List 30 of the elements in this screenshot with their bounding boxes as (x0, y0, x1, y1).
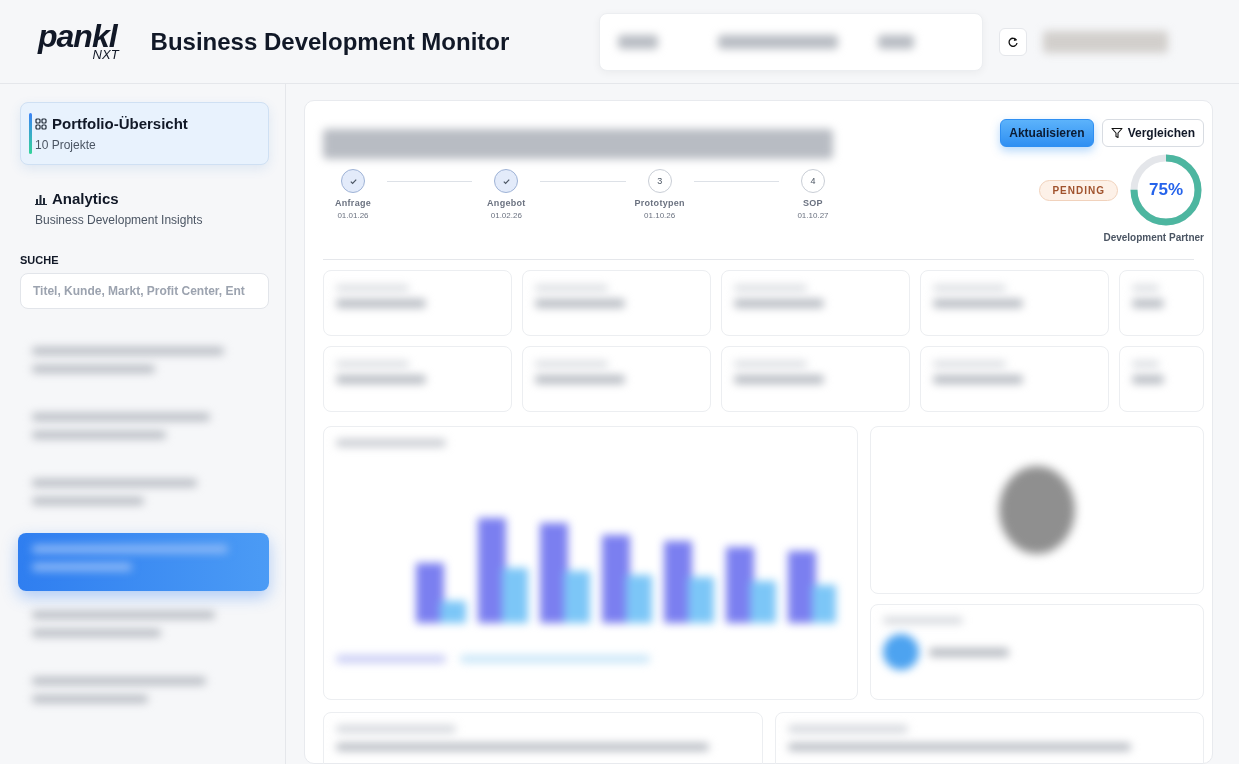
refresh-button[interactable] (999, 27, 1028, 56)
step-date: 01.02.26 (490, 211, 522, 220)
grid-icon (35, 117, 47, 130)
step-label: SOP (803, 198, 823, 208)
refresh-icon (1007, 35, 1020, 48)
step-marker: 3 (647, 169, 672, 193)
logo: pankl NXT (36, 20, 121, 63)
check-icon (501, 176, 511, 186)
filter-icon (1110, 127, 1123, 139)
step-label: Angebot (487, 198, 526, 208)
app-title: Business Development Monitor (150, 27, 510, 56)
status-badge: PENDING (1039, 179, 1118, 201)
step-label: Anfrage (334, 198, 372, 208)
bar-chart-icon (35, 192, 47, 205)
nav-item[interactable]: Portfolio-Übersicht 10 Projekte (20, 102, 269, 165)
step-label: Prototypen (634, 198, 685, 208)
search-field[interactable]: Titel, Kunde, Markt, Profit Center, Ent (20, 273, 269, 309)
progress-value: 75% (1149, 180, 1183, 200)
user-profile[interactable] (1043, 30, 1169, 53)
project-list-item[interactable] (18, 533, 269, 591)
search-label: SUCHE (20, 254, 60, 266)
step-date: 01.10.27 (797, 211, 829, 220)
step-date: 01.10.26 (644, 211, 676, 220)
compare-button[interactable]: Vergleichen (1101, 119, 1204, 147)
step-date: 01.01.26 (337, 211, 369, 220)
step-marker: 4 (801, 169, 825, 193)
progress-caption: Development Partner (1103, 232, 1204, 243)
check-icon (348, 176, 358, 186)
refresh-data-button[interactable]: Aktualisieren (1000, 119, 1094, 147)
nav-item[interactable]: Analytics Business Development Insights (20, 177, 269, 240)
